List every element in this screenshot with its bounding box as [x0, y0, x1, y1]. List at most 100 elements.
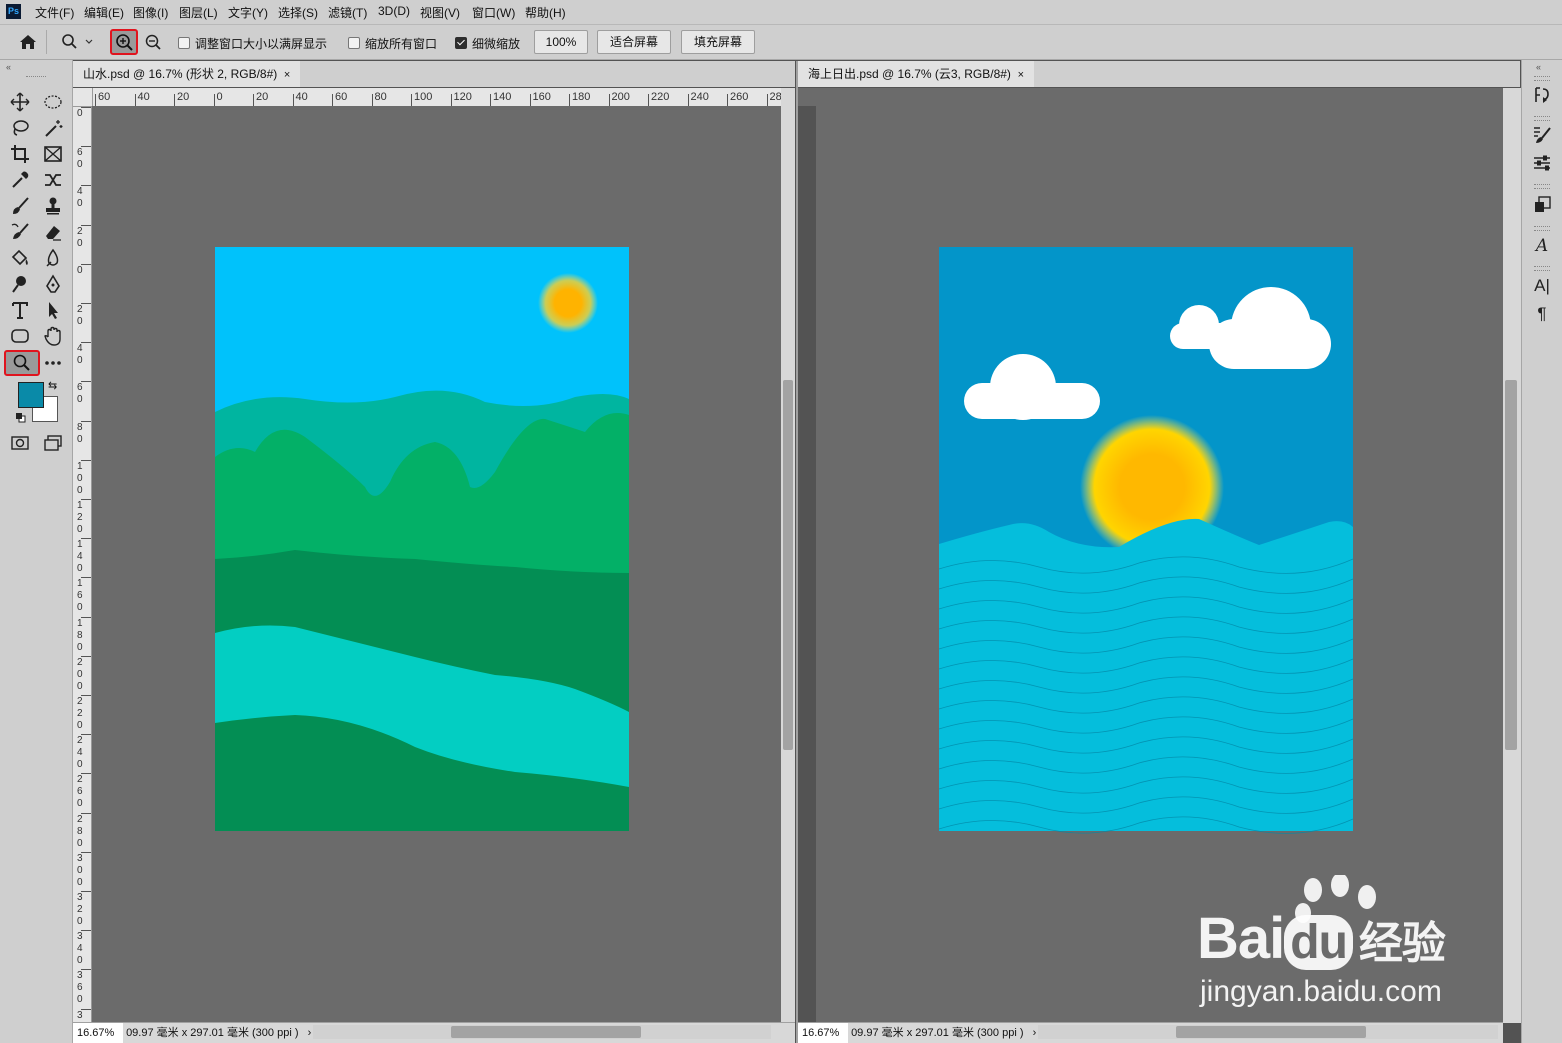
panel-grip: [1534, 226, 1550, 231]
expand-panels-icon[interactable]: «: [1536, 62, 1541, 72]
lasso-tool-icon[interactable]: [7, 117, 33, 139]
document-tab-2[interactable]: 海上日出.psd @ 16.7% (云3, RGB/8#) ×: [798, 61, 1035, 87]
vertical-scrollbar-2[interactable]: [1503, 88, 1521, 1023]
menu-bar: Ps 文件(F) 编辑(E) 图像(I) 图层(L) 文字(Y) 选择(S) 滤…: [0, 0, 1562, 25]
menu-filter[interactable]: 滤镜(T): [328, 4, 367, 21]
character-panel-icon[interactable]: A|: [1531, 275, 1553, 297]
zoom-100-button[interactable]: 100%: [534, 30, 588, 54]
type-tool-icon[interactable]: [7, 299, 33, 321]
history-brush-icon[interactable]: [7, 221, 33, 243]
tool-preset-picker[interactable]: [58, 32, 94, 52]
path-selection-icon[interactable]: [40, 299, 66, 321]
close-tab-icon[interactable]: ×: [284, 69, 290, 81]
menu-window[interactable]: 窗口(W): [472, 4, 515, 21]
blur-tool-icon[interactable]: [40, 247, 66, 269]
zoom-out-button[interactable]: [142, 31, 166, 53]
resize-windows-checkbox[interactable]: [178, 37, 190, 49]
paragraph-panel-icon[interactable]: ¶: [1531, 303, 1553, 325]
canvas-area-1[interactable]: [92, 106, 781, 1023]
menu-layer[interactable]: 图层(L): [179, 4, 218, 21]
adjustments-panel-icon[interactable]: [1531, 152, 1553, 174]
landscape-artwork: [215, 247, 629, 831]
ruler-tick: [81, 969, 91, 971]
menu-help[interactable]: 帮助(H): [525, 4, 566, 21]
frame-tool-icon[interactable]: [40, 143, 66, 165]
close-tab-icon[interactable]: ×: [1018, 69, 1024, 81]
panel-grip: [1534, 184, 1550, 189]
ruler-tick-label: 3 0 0: [77, 852, 83, 888]
move-tool-icon[interactable]: [7, 91, 33, 113]
scrollbar-thumb[interactable]: [1505, 380, 1517, 750]
hand-tool-icon[interactable]: [40, 325, 66, 347]
menu-image[interactable]: 图像(I): [133, 4, 168, 21]
ruler-tick-label: 1 4 0: [77, 539, 83, 575]
zoom-tool-icon[interactable]: [4, 350, 40, 376]
scrollbar-thumb[interactable]: [783, 380, 793, 750]
ruler-tick-label: 1 8 0: [77, 617, 83, 653]
ruler-tick: [371, 94, 373, 106]
menu-type[interactable]: 文字(Y): [228, 4, 268, 21]
magic-wand-icon[interactable]: [40, 117, 66, 139]
menu-select[interactable]: 选择(S): [278, 4, 318, 21]
foreground-color-front[interactable]: [18, 382, 44, 408]
status-arrow-icon[interactable]: ›: [308, 1027, 312, 1039]
ruler-tick-label: 100: [414, 91, 433, 103]
fill-screen-button[interactable]: 填充屏幕: [681, 30, 755, 54]
crop-tool-icon[interactable]: [7, 143, 33, 165]
ruler-tick: [81, 734, 91, 736]
ruler-tool-icon[interactable]: [40, 169, 66, 191]
shape-tool-icon[interactable]: [7, 325, 33, 347]
home-icon[interactable]: [17, 32, 39, 52]
dodge-tool-icon[interactable]: [7, 273, 33, 295]
ruler-tick-label: 2 6 0: [77, 774, 83, 810]
stamp-tool-icon[interactable]: [40, 195, 66, 217]
pane-divider[interactable]: [796, 61, 798, 1043]
collapse-icon[interactable]: «: [6, 62, 11, 72]
quick-mask-icon[interactable]: [7, 432, 33, 454]
panel-grip: [1534, 266, 1550, 271]
ruler-tick: [727, 94, 728, 106]
screen-mode-icon[interactable]: [40, 432, 66, 454]
document-info[interactable]: 09.97 毫米 x 297.01 毫米 (300 ppi ): [126, 1027, 298, 1039]
status-arrow-icon[interactable]: ›: [1033, 1027, 1037, 1039]
paint-bucket-icon[interactable]: [7, 247, 33, 269]
fit-screen-button[interactable]: 适合屏幕: [597, 30, 671, 54]
horizontal-scrollbar-1[interactable]: [313, 1025, 771, 1039]
glyphs-panel-icon[interactable]: A: [1531, 235, 1553, 257]
eyedropper-tool-icon[interactable]: [7, 169, 33, 191]
default-colors-icon[interactable]: [16, 412, 26, 423]
brush-tool-icon[interactable]: [7, 195, 33, 217]
scrollbar-thumb[interactable]: [451, 1026, 641, 1038]
marquee-tool-icon[interactable]: [40, 91, 66, 113]
swap-colors-icon[interactable]: ⇆: [48, 379, 57, 392]
brushes-panel-icon[interactable]: [1531, 124, 1553, 146]
ruler-tick: [81, 185, 91, 187]
vertical-scrollbar-1[interactable]: [781, 88, 795, 1023]
pen-tool-icon[interactable]: [40, 273, 66, 295]
scrollbar-thumb[interactable]: [1176, 1026, 1366, 1038]
zoom-in-button[interactable]: [110, 29, 138, 55]
more-tools-icon[interactable]: [40, 352, 66, 374]
ruler-tick-label: 40: [137, 91, 150, 103]
history-panel-icon[interactable]: [1531, 84, 1553, 106]
ruler-tick: [81, 146, 91, 148]
zoom-all-windows-checkbox[interactable]: [348, 37, 360, 49]
document-tab-title: 山水.psd @ 16.7% (形状 2, RGB/8#): [83, 67, 278, 81]
horizontal-scrollbar-2[interactable]: [1038, 1025, 1498, 1039]
menu-file[interactable]: 文件(F): [35, 4, 74, 21]
menu-view[interactable]: 视图(V): [420, 4, 460, 21]
eraser-tool-icon[interactable]: [40, 221, 66, 243]
zoom-level[interactable]: 16.67%: [73, 1023, 123, 1043]
zoom-level[interactable]: 16.67%: [798, 1023, 848, 1043]
ruler-tick-label: 260: [730, 91, 749, 103]
document-info[interactable]: 09.97 毫米 x 297.01 毫米 (300 ppi ): [851, 1027, 1023, 1039]
layers-panel-icon[interactable]: [1531, 194, 1553, 216]
document-tab-1[interactable]: 山水.psd @ 16.7% (形状 2, RGB/8#) ×: [73, 61, 301, 87]
ruler-tick: [81, 459, 91, 461]
menu-edit[interactable]: 编辑(E): [84, 4, 124, 21]
ruler-tick-label: 4 0: [77, 343, 83, 367]
scrubby-zoom-checkbox[interactable]: [455, 37, 467, 49]
ruler-origin[interactable]: [73, 88, 93, 107]
ruler-tick-label: 6 0: [77, 147, 83, 171]
menu-3d[interactable]: 3D(D): [378, 4, 410, 18]
